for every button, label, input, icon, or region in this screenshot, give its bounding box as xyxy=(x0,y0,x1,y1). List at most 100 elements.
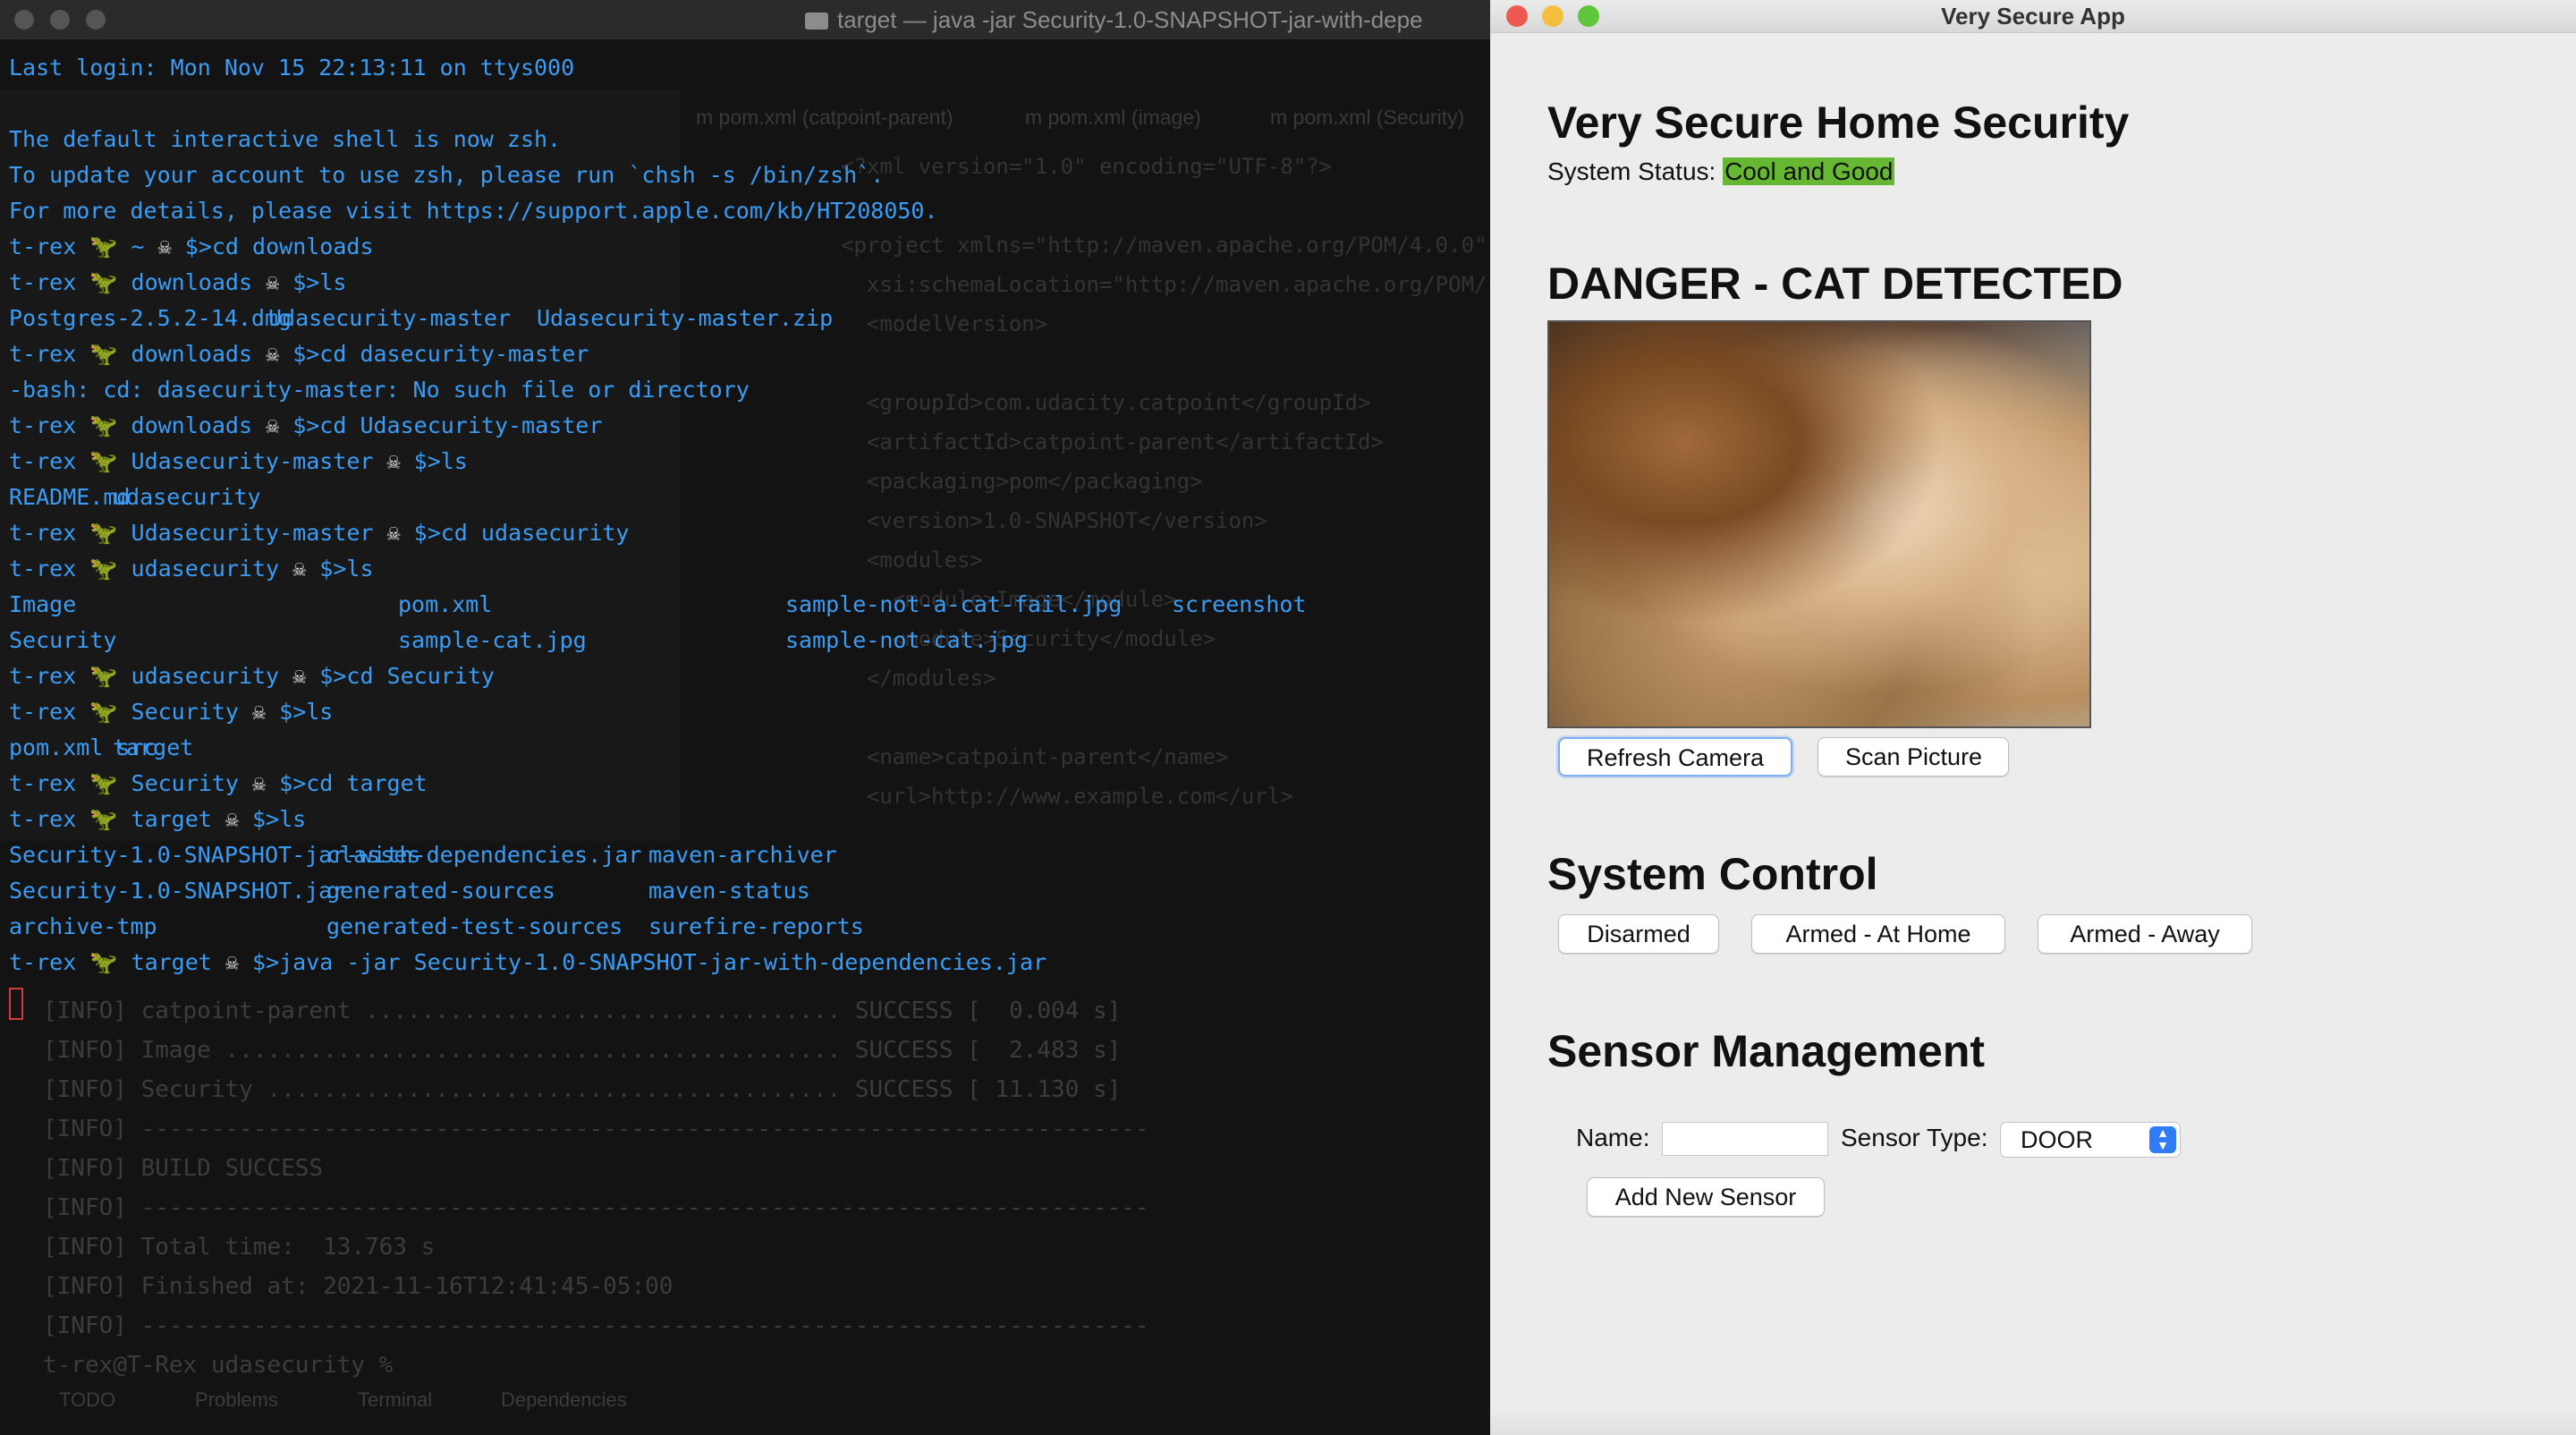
sensor-type-label: Sensor Type: xyxy=(1841,1124,1988,1151)
app-window: Very Secure App Very Secure Home Securit… xyxy=(1490,0,2576,1435)
dinosaur-icon: 🦖 xyxy=(89,520,118,546)
dinosaur-icon: 🦖 xyxy=(89,663,118,689)
terminal-line: t-rex 🦖 downloads ☠ $>cd dasecurity-mast… xyxy=(9,336,1485,372)
file-entry: pom.xml xyxy=(398,591,493,617)
prompt-dir: Security xyxy=(131,770,239,796)
terminal-output[interactable]: Last login: Mon Nov 15 22:13:11 on ttys0… xyxy=(9,50,1485,1020)
file-entry: sample-not-a-cat-fail.jpg xyxy=(785,591,1123,617)
dinosaur-icon: 🦖 xyxy=(89,699,118,725)
terminal-line: t-rex 🦖 target ☠ $>java -jar Security-1.… xyxy=(9,945,1485,981)
skull-icon: ☠ xyxy=(266,269,280,295)
sensor-name-input[interactable] xyxy=(1662,1122,1828,1156)
terminal-line: archive-tmp generated-test-sources surefir… xyxy=(9,909,1485,945)
terminal-line: Postgres-2.5.2-14.dmg Udasecurity-master U… xyxy=(9,301,1485,336)
terminal-line: t-rex 🦖 udasecurity ☠ $>cd Security xyxy=(9,658,1485,694)
file-entry: generated-sources xyxy=(326,878,555,904)
prompt-command: $>cd dasecurity-master xyxy=(292,341,589,367)
prompt-command: $>cd udasecurity xyxy=(413,520,630,546)
prompt-command: $>ls xyxy=(292,269,347,295)
prompt-command: $>ls xyxy=(279,699,334,725)
terminal-cursor xyxy=(9,988,23,1020)
skull-icon: ☠ xyxy=(292,556,307,582)
terminal-line: t-rex 🦖 downloads ☠ $>cd Udasecurity-mas… xyxy=(9,408,1485,444)
armed-away-button[interactable]: Armed - Away xyxy=(2038,914,2252,954)
file-entry: target xyxy=(113,734,194,760)
terminal-title: target — java -jar Security-1.0-SNAPSHOT… xyxy=(837,6,1423,33)
dinosaur-icon: 🦖 xyxy=(89,234,118,259)
prompt-command: $>cd target xyxy=(279,770,428,796)
dinosaur-icon: 🦖 xyxy=(89,949,118,975)
terminal-line: Security-1.0-SNAPSHOT-jar-with-dependenc… xyxy=(9,837,1485,873)
terminal-line: Image pom.xml sample-not-a-cat-fail.jpg scr… xyxy=(9,587,1485,623)
armed-at-home-button[interactable]: Armed - At Home xyxy=(1751,914,2005,954)
terminal-line: pom.xml src target xyxy=(9,730,1485,766)
terminal-line: README.md udasecurity xyxy=(9,480,1485,515)
terminal-titlebar: target — java -jar Security-1.0-SNAPSHOT… xyxy=(0,0,1490,39)
skull-icon: ☠ xyxy=(252,699,267,725)
ghost-btab: TODO xyxy=(59,1388,116,1411)
prompt-user: t-rex xyxy=(9,770,77,796)
folder-icon xyxy=(805,13,828,30)
dinosaur-icon: 🦖 xyxy=(89,806,118,832)
skull-icon: ☠ xyxy=(225,806,239,832)
refresh-camera-button[interactable]: Refresh Camera xyxy=(1558,737,1792,777)
dinosaur-icon: 🦖 xyxy=(89,448,118,474)
dinosaur-icon: 🦖 xyxy=(89,269,118,295)
ghost-btab: Dependencies xyxy=(501,1388,627,1411)
ghost-btab: Problems xyxy=(195,1388,278,1411)
sensor-management-heading: Sensor Management xyxy=(1547,1026,1986,1076)
file-entry: Image xyxy=(9,591,77,617)
prompt-user: t-rex xyxy=(9,556,77,582)
close-dot-icon[interactable] xyxy=(14,10,34,30)
terminal-line: t-rex 🦖 Udasecurity-master ☠ $>cd udasec… xyxy=(9,515,1485,551)
dinosaur-icon: 🦖 xyxy=(89,412,118,438)
prompt-command: $>cd Udasecurity-master xyxy=(292,412,603,438)
system-control-heading: System Control xyxy=(1547,849,1878,899)
prompt-user: t-rex xyxy=(9,234,77,259)
skull-icon: ☠ xyxy=(225,949,239,975)
ghost-btab: Terminal xyxy=(358,1388,433,1411)
terminal-line: t-rex 🦖 udasecurity ☠ $>ls xyxy=(9,551,1485,587)
prompt-command: $>ls xyxy=(252,806,307,832)
minimize-dot-icon[interactable] xyxy=(50,10,70,30)
ide-ghost-bottom-tabs: TODO Problems Terminal Dependencies xyxy=(0,1378,1490,1424)
scan-picture-button[interactable]: Scan Picture xyxy=(1818,737,2009,777)
skull-icon: ☠ xyxy=(292,663,307,689)
prompt-user: t-rex xyxy=(9,448,77,474)
skull-icon: ☠ xyxy=(252,770,267,796)
sensor-type-value: DOOR xyxy=(2021,1126,2093,1153)
terminal-line xyxy=(9,981,1485,1020)
prompt-user: t-rex xyxy=(9,269,77,295)
terminal-line: t-rex 🦖 Security ☠ $>ls xyxy=(9,694,1485,730)
prompt-user: t-rex xyxy=(9,663,77,689)
file-entry: archive-tmp xyxy=(9,913,157,939)
file-entry: Postgres-2.5.2-14.dmg xyxy=(9,305,292,331)
prompt-dir: ~ xyxy=(131,234,145,259)
terminal-line: t-rex 🦖 downloads ☠ $>ls xyxy=(9,265,1485,301)
terminal-line: t-rex 🦖 target ☠ $>ls xyxy=(9,802,1485,837)
name-label: Name: xyxy=(1576,1124,1650,1151)
prompt-dir: target xyxy=(131,806,212,832)
chevron-updown-icon: ▲ ▼ xyxy=(2149,1126,2176,1153)
terminal-line: t-rex 🦖 Udasecurity-master ☠ $>ls xyxy=(9,444,1485,480)
disarmed-button[interactable]: Disarmed xyxy=(1558,914,1719,954)
terminal-line: Security-1.0-SNAPSHOT.jar generated-sourc… xyxy=(9,873,1485,909)
app-title: Very Secure Home Security xyxy=(1547,98,2130,148)
sensor-type-select[interactable]: DOOR ▲ ▼ xyxy=(2000,1122,2181,1158)
terminal-window: target — java -jar Security-1.0-SNAPSHOT… xyxy=(0,0,1490,1435)
file-entry: Security xyxy=(9,627,117,653)
file-entry: Udasecurity-master xyxy=(268,305,511,331)
system-status: System Status: Cool and Good xyxy=(1547,157,1895,186)
prompt-command: $>java -jar Security-1.0-SNAPSHOT-jar-wi… xyxy=(252,949,1047,975)
file-entry: Udasecurity-master.zip xyxy=(537,305,834,331)
terminal-line: Security sample-cat.jpg sample-not-cat.jpg xyxy=(9,623,1485,658)
dinosaur-icon: 🦖 xyxy=(89,770,118,796)
file-entry: maven-status xyxy=(648,878,810,904)
zoom-dot-icon[interactable] xyxy=(86,10,106,30)
prompt-user: t-rex xyxy=(9,949,77,975)
app-bottom-edge xyxy=(1490,1408,2576,1435)
prompt-command: $>cd downloads xyxy=(184,234,374,259)
add-new-sensor-button[interactable]: Add New Sensor xyxy=(1587,1177,1825,1217)
prompt-dir: Security xyxy=(131,699,239,725)
